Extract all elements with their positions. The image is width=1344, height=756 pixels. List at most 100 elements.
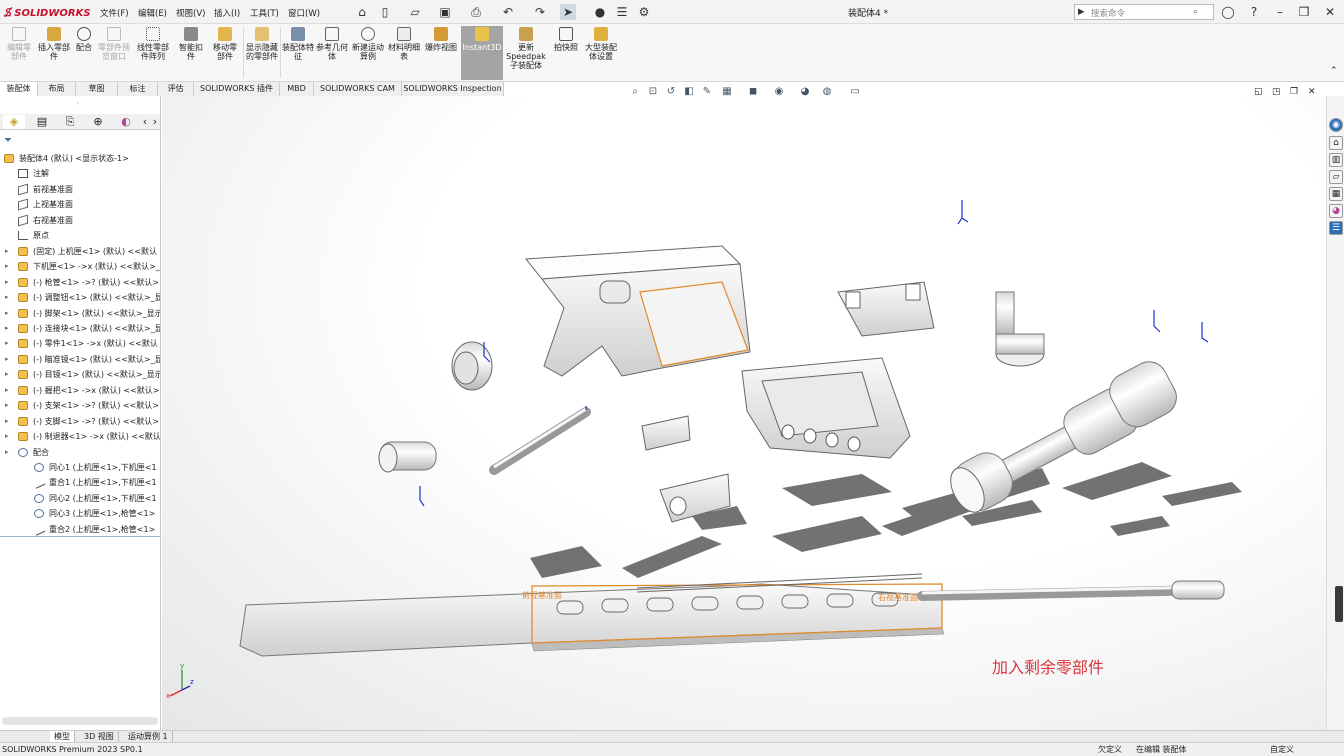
tab-addins[interactable]: SOLIDWORKS 插件 (194, 82, 280, 96)
restore-icon[interactable]: ❐ (1296, 4, 1312, 20)
menu-tools[interactable]: 工具(T) (250, 7, 279, 19)
design-library-icon[interactable]: ▥ (1329, 153, 1343, 167)
expand-arrow-icon[interactable]: ▸ (5, 429, 9, 444)
tab-inspection[interactable]: SOLIDWORKS Inspection (402, 82, 504, 96)
expand-arrow-icon[interactable]: ▸ (5, 414, 9, 429)
collapse-ribbon-icon[interactable]: ⌃ (1330, 66, 1338, 76)
tab-markup[interactable]: 标注 (118, 82, 158, 96)
dimxpert-tab-icon[interactable]: ⊕ (87, 115, 109, 129)
search-icon[interactable]: ⌕ (1193, 7, 1198, 17)
tree-item[interactable]: ▸ (-) 握把<1> ->x (默认) <<默认> (0, 383, 160, 398)
expand-arrow-icon[interactable]: ▸ (5, 259, 9, 274)
tree-item[interactable]: 重合1 (上机匣<1>,下机匣<1 (0, 475, 160, 490)
display-style-icon[interactable]: ◼ (746, 85, 760, 99)
large-assembly-settings-button[interactable]: 大型装配体设置 (584, 26, 618, 80)
tab-scroll-left-icon[interactable]: ‹ (140, 115, 150, 129)
component-preview-button[interactable]: 零部件预览窗口 (98, 26, 130, 80)
instant3d-button[interactable]: Instant3D (461, 26, 503, 80)
save-icon[interactable]: ▣ (437, 4, 453, 20)
zoom-area-icon[interactable]: ⊡ (646, 85, 660, 99)
menu-window[interactable]: 窗口(W) (288, 7, 320, 19)
tree-item[interactable]: 上视基准面 (0, 197, 160, 212)
menu-edit[interactable]: 编辑(E) (138, 7, 167, 19)
adjust-knob-part[interactable] (995, 291, 1045, 367)
tab-evaluate[interactable]: 评估 (158, 82, 194, 96)
tree-item[interactable]: ▸ (-) 连接块<1> (默认) <<默认>_显 (0, 321, 160, 336)
take-snapshot-button[interactable]: 拍快照 (551, 26, 581, 80)
tab-scroll-right-icon[interactable]: › (150, 115, 160, 129)
filter-icon[interactable]: ⏷ (4, 135, 12, 146)
home-icon[interactable]: ⌂ (354, 4, 370, 20)
units-status[interactable]: 自定义 (1270, 743, 1294, 756)
tab-assembly[interactable]: 装配体 (0, 82, 38, 96)
tab-cam[interactable]: SOLIDWORKS CAM (314, 82, 402, 96)
graphics-area[interactable]: 前视基准面 右视基准面 y x z (162, 96, 1326, 730)
tab-sketch[interactable]: 草图 (76, 82, 118, 96)
appearances-icon[interactable]: ◕ (1329, 204, 1343, 218)
expand-arrow-icon[interactable]: ▸ (5, 290, 9, 305)
exploded-view-button[interactable]: 爆炸视图 (424, 26, 458, 80)
viewport-tile-icon[interactable]: ◳ (1272, 87, 1281, 97)
tree-item[interactable]: 重合2 (上机匣<1>,枪管<1> (0, 522, 160, 537)
expand-arrow-icon[interactable]: ▸ (5, 306, 9, 321)
panel-grip-icon[interactable]: ◦ (76, 100, 80, 108)
tree-item[interactable]: ▸ 下机匣<1> ->x (默认) <<默认>_ (0, 259, 160, 274)
menu-insert[interactable]: 插入(I) (214, 7, 240, 19)
expand-arrow-icon[interactable]: ▸ (5, 336, 9, 351)
file-explorer-icon[interactable]: ▱ (1329, 170, 1343, 184)
tree-item[interactable]: ▸ (-) 目镜<1> (默认) <<默认>_显示 (0, 367, 160, 382)
section-view-icon[interactable]: ◧ (682, 85, 696, 99)
minimize-icon[interactable]: – (1272, 4, 1288, 20)
expand-arrow-icon[interactable]: ▸ (5, 275, 9, 290)
close-icon[interactable]: ✕ (1322, 4, 1338, 20)
reference-geometry-button[interactable]: 参考几何体 (316, 26, 348, 80)
handguard-grip-part[interactable] (741, 357, 911, 459)
bracket-part[interactable] (837, 281, 935, 337)
tree-item[interactable]: ▸ (-) 调整钮<1> (默认) <<默认>_显 (0, 290, 160, 305)
menu-view[interactable]: 视图(V) (176, 7, 205, 19)
expand-arrow-icon[interactable]: ▸ (5, 383, 9, 398)
new-doc-icon[interactable]: ▯ (377, 4, 393, 20)
side-handle[interactable] (1335, 586, 1343, 622)
traffic-light-icon[interactable]: ● (592, 4, 608, 20)
home-pane-icon[interactable]: ⌂ (1329, 136, 1343, 150)
tree-item[interactable]: ▸ 配合 (0, 445, 160, 460)
view-settings-icon[interactable]: ▭ (848, 85, 862, 99)
tree-item[interactable]: 注解 (0, 166, 160, 181)
connector-block-part[interactable] (641, 415, 691, 451)
expand-arrow-icon[interactable]: ▸ (5, 321, 9, 336)
display-manager-tab-icon[interactable]: ◐ (115, 115, 137, 129)
edit-appearance-icon[interactable]: ◕ (798, 85, 812, 99)
expand-arrow-icon[interactable]: ▸ (5, 352, 9, 367)
dynamic-annotation-icon[interactable]: ✎ (700, 85, 714, 99)
menu-file[interactable]: 文件(F) (100, 7, 129, 19)
tree-item[interactable]: ▸ (固定) 上机匣<1> (默认) <<默认 (0, 244, 160, 259)
zoom-to-fit-icon[interactable]: ⌕ (628, 85, 642, 99)
solidworks-logo[interactable]: Ꟍ SOLIDWORKS (4, 5, 91, 19)
options-gear-icon[interactable]: ⚙ (636, 4, 652, 20)
tree-item[interactable]: 同心1 (上机匣<1>,下机匣<1 (0, 460, 160, 475)
hide-show-items-icon[interactable]: ◉ (772, 85, 786, 99)
mate-button[interactable]: 配合 (73, 26, 95, 80)
tree-item[interactable]: 同心2 (上机匣<1>,下机匣<1 (0, 491, 160, 506)
horizontal-scrollbar[interactable] (2, 717, 158, 725)
previous-view-icon[interactable]: ↺ (664, 85, 678, 99)
lower-receiver-part[interactable] (525, 245, 751, 377)
new-motion-study-button[interactable]: 新建运动算例 (352, 26, 384, 80)
apply-scene-icon[interactable]: ◍ (820, 85, 834, 99)
file-properties-icon[interactable]: ☰ (614, 4, 630, 20)
upper-receiver-part[interactable]: 前视基准面 右视基准面 (239, 573, 1225, 657)
tree-item[interactable]: ▸ (-) 制退器<1> ->x (默认) <<默认 (0, 429, 160, 444)
custom-properties-icon[interactable]: ☰ (1329, 221, 1343, 235)
bom-button[interactable]: 材料明细表 (388, 26, 420, 80)
expand-arrow-icon[interactable]: ▸ (5, 398, 9, 413)
user-icon[interactable]: ◯ (1220, 4, 1236, 20)
property-manager-tab-icon[interactable]: ▤ (31, 115, 53, 129)
undo-icon[interactable]: ↶ (500, 4, 516, 20)
eyepiece-part[interactable] (378, 441, 437, 473)
tree-item[interactable]: 前视基准面 (0, 182, 160, 197)
redo-icon[interactable]: ↷ (532, 4, 548, 20)
move-component-button[interactable]: 移动零部件 (210, 26, 240, 80)
view-orientation-icon[interactable]: ▦ (720, 85, 734, 99)
select-cursor-icon[interactable]: ➤ (560, 4, 576, 20)
